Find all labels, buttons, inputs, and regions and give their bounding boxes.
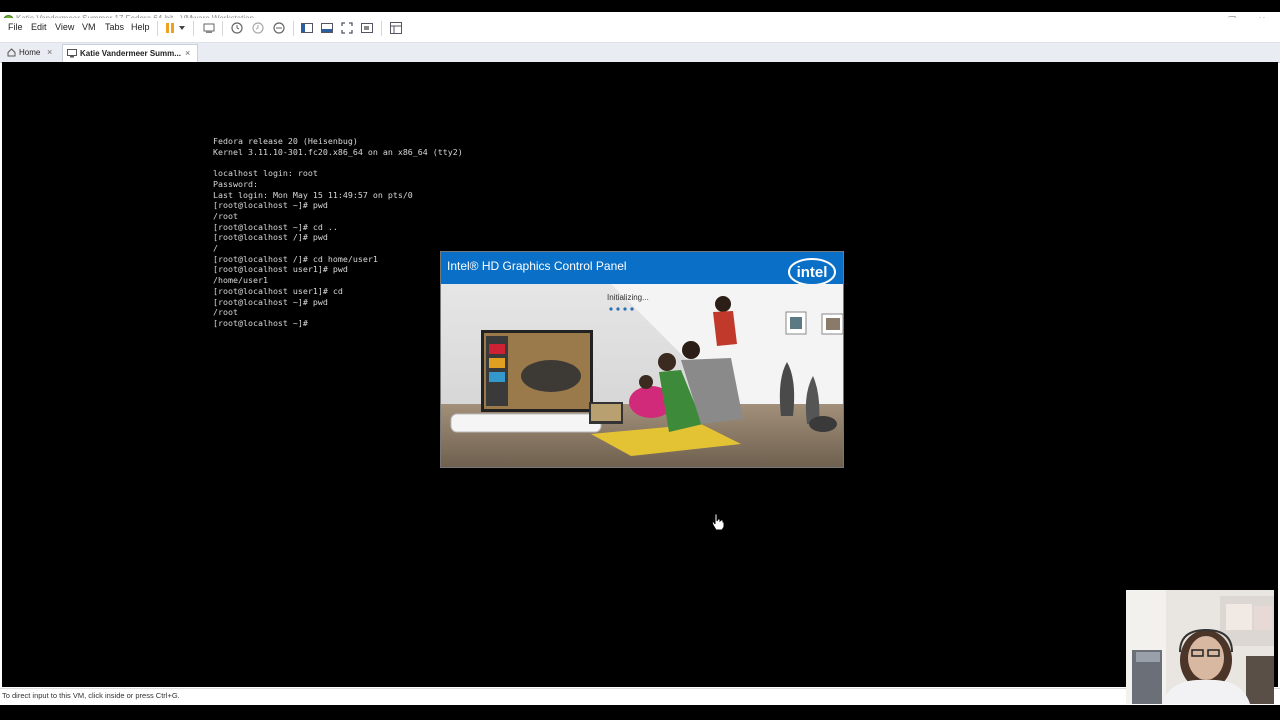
terminal-line: localhost login: root (213, 168, 318, 179)
terminal-line: / (213, 243, 218, 254)
snapshot-manager-icon[interactable] (272, 21, 286, 35)
pause-icon[interactable] (163, 21, 177, 35)
toolbar-separator (157, 21, 158, 36)
menu-edit[interactable]: Edit (31, 22, 47, 32)
toolbar-separator (381, 21, 382, 36)
close-tab-icon[interactable]: × (47, 44, 52, 61)
terminal-line: [root@localhost ~]# pwd (213, 200, 328, 211)
menu-file[interactable]: File (8, 22, 23, 32)
toolbar-separator (222, 21, 223, 36)
terminal-line: /root (213, 210, 238, 221)
menu-tabs[interactable]: Tabs (105, 22, 124, 32)
terminal-line: [root@localhost user1]# cd (213, 285, 343, 296)
menu-vm[interactable]: VM (82, 22, 96, 32)
menu-help[interactable]: Help (131, 22, 150, 32)
terminal-output: Fedora release 20 (Heisenbug) Kernel 3.1… (213, 136, 463, 329)
terminal-line: Kernel 3.11.10-301.fc20.x86_64 on an x86… (213, 146, 463, 157)
tab-vm[interactable]: Katie Vandermeer Summ... × (62, 44, 198, 62)
terminal-line: Fedora release 20 (Heisenbug) (213, 136, 358, 146)
status-bar: To direct input to this VM, click inside… (0, 688, 1280, 705)
vm-icon (67, 49, 77, 58)
terminal-line: [root@localhost /]# cd home/user1 (213, 253, 378, 264)
terminal-line: [root@localhost /]# pwd (213, 232, 328, 243)
toolbar-separator (193, 21, 194, 36)
home-icon (7, 48, 16, 57)
show-library-icon[interactable] (300, 21, 314, 35)
intel-splash-title: Intel® HD Graphics Control Panel (447, 259, 627, 273)
intel-splash-window: Intel® HD Graphics Control Panel intel I… (440, 251, 844, 468)
toolbar-separator (293, 21, 294, 36)
terminal-line: /home/user1 (213, 275, 268, 286)
terminal-line: [root@localhost ~]# cd .. (213, 221, 338, 232)
terminal-line: Last login: Mon May 15 11:49:57 on pts/0 (213, 189, 413, 200)
thumbnail-bar-icon[interactable] (320, 21, 334, 35)
close-tab-icon[interactable]: × (185, 45, 190, 62)
terminal-line: /root (213, 307, 238, 318)
tab-bar: Home × Katie Vandermeer Summ... × (0, 42, 1280, 63)
menu-view[interactable]: View (55, 22, 74, 32)
initializing-status: Initializing... (607, 293, 649, 302)
tab-label: Katie Vandermeer Summ... (80, 49, 181, 58)
terminal-line: [root@localhost user1]# pwd (213, 264, 348, 275)
dropdown-arrow-icon[interactable] (177, 21, 187, 35)
svg-text:intel: intel (797, 264, 828, 281)
webcam-overlay (1126, 590, 1274, 704)
console-view-icon[interactable] (389, 21, 403, 35)
send-ctrl-alt-del-icon[interactable] (202, 21, 216, 35)
hand-cursor-icon (711, 513, 725, 531)
revert-snapshot-icon[interactable] (251, 21, 265, 35)
loading-dots-icon (609, 307, 634, 311)
snapshot-icon[interactable] (230, 21, 244, 35)
terminal-line: [root@localhost ~]# pwd (213, 296, 328, 307)
status-text: To direct input to this VM, click inside… (2, 691, 180, 700)
intel-splash-image (441, 284, 843, 467)
terminal-prompt: [root@localhost ~]# (213, 317, 308, 328)
tab-label: Home (19, 48, 41, 57)
terminal-line: Password: (213, 178, 258, 189)
intel-splash-header: Intel® HD Graphics Control Panel intel (441, 252, 843, 286)
tab-home[interactable]: Home × (3, 44, 57, 61)
menu-toolbar: File Edit View VM Tabs Help (0, 18, 1280, 38)
unity-icon[interactable] (360, 21, 374, 35)
full-screen-icon[interactable] (340, 21, 354, 35)
vm-console[interactable]: Fedora release 20 (Heisenbug) Kernel 3.1… (2, 62, 1278, 687)
